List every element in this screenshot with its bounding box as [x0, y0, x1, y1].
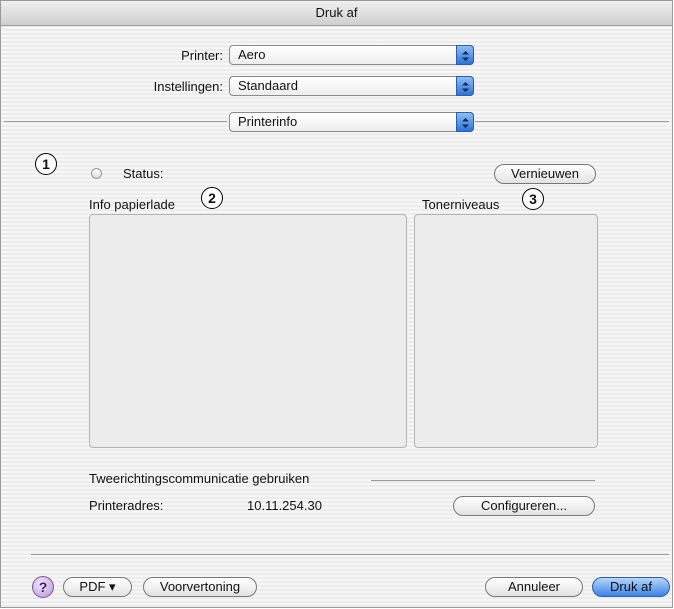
popup-arrows-icon	[456, 45, 474, 65]
status-label: Status:	[123, 166, 164, 181]
bidirectional-label: Tweerichtingscommunicatie gebruiken	[89, 471, 310, 486]
footer-separator	[31, 554, 669, 555]
popup-arrows-icon	[456, 76, 474, 96]
tray-info-box	[89, 214, 407, 448]
bidirectional-separator	[371, 480, 595, 481]
toner-levels-box	[414, 214, 598, 448]
separator-right	[475, 121, 669, 122]
preview-button[interactable]: Voorvertoning	[143, 577, 257, 597]
separator-left	[4, 121, 227, 122]
cancel-button[interactable]: Annuleer	[485, 577, 583, 597]
toner-label: Tonerniveaus	[422, 197, 500, 212]
settings-popup[interactable]: Standaard	[229, 76, 474, 96]
marker-1: 1	[35, 153, 57, 175]
print-dialog: Druk af Printer: Aero Instellingen: Stan…	[0, 0, 673, 608]
help-icon[interactable]: ?	[32, 576, 54, 598]
panel-popup-value: Printerinfo	[238, 114, 298, 129]
printer-address-label: Printeradres:	[89, 498, 164, 513]
settings-label: Instellingen:	[153, 79, 223, 94]
refresh-button[interactable]: Vernieuwen	[494, 164, 596, 184]
marker-3: 3	[522, 188, 544, 210]
settings-popup-value: Standaard	[238, 78, 298, 93]
printer-label: Printer:	[181, 48, 223, 63]
panel-popup[interactable]: Printerinfo	[229, 112, 474, 132]
printer-popup[interactable]: Aero	[229, 45, 474, 65]
window-title: Druk af	[1, 1, 672, 26]
marker-2: 2	[201, 187, 223, 209]
tray-label: Info papierlade	[89, 197, 176, 212]
printer-address-value: 10.11.254.30	[247, 498, 322, 513]
pdf-button[interactable]: PDF ▾	[63, 577, 132, 597]
popup-arrows-icon	[456, 112, 474, 132]
configure-button[interactable]: Configureren...	[453, 496, 595, 516]
status-indicator	[91, 168, 102, 179]
printer-popup-value: Aero	[238, 47, 266, 62]
print-button[interactable]: Druk af	[592, 577, 670, 597]
